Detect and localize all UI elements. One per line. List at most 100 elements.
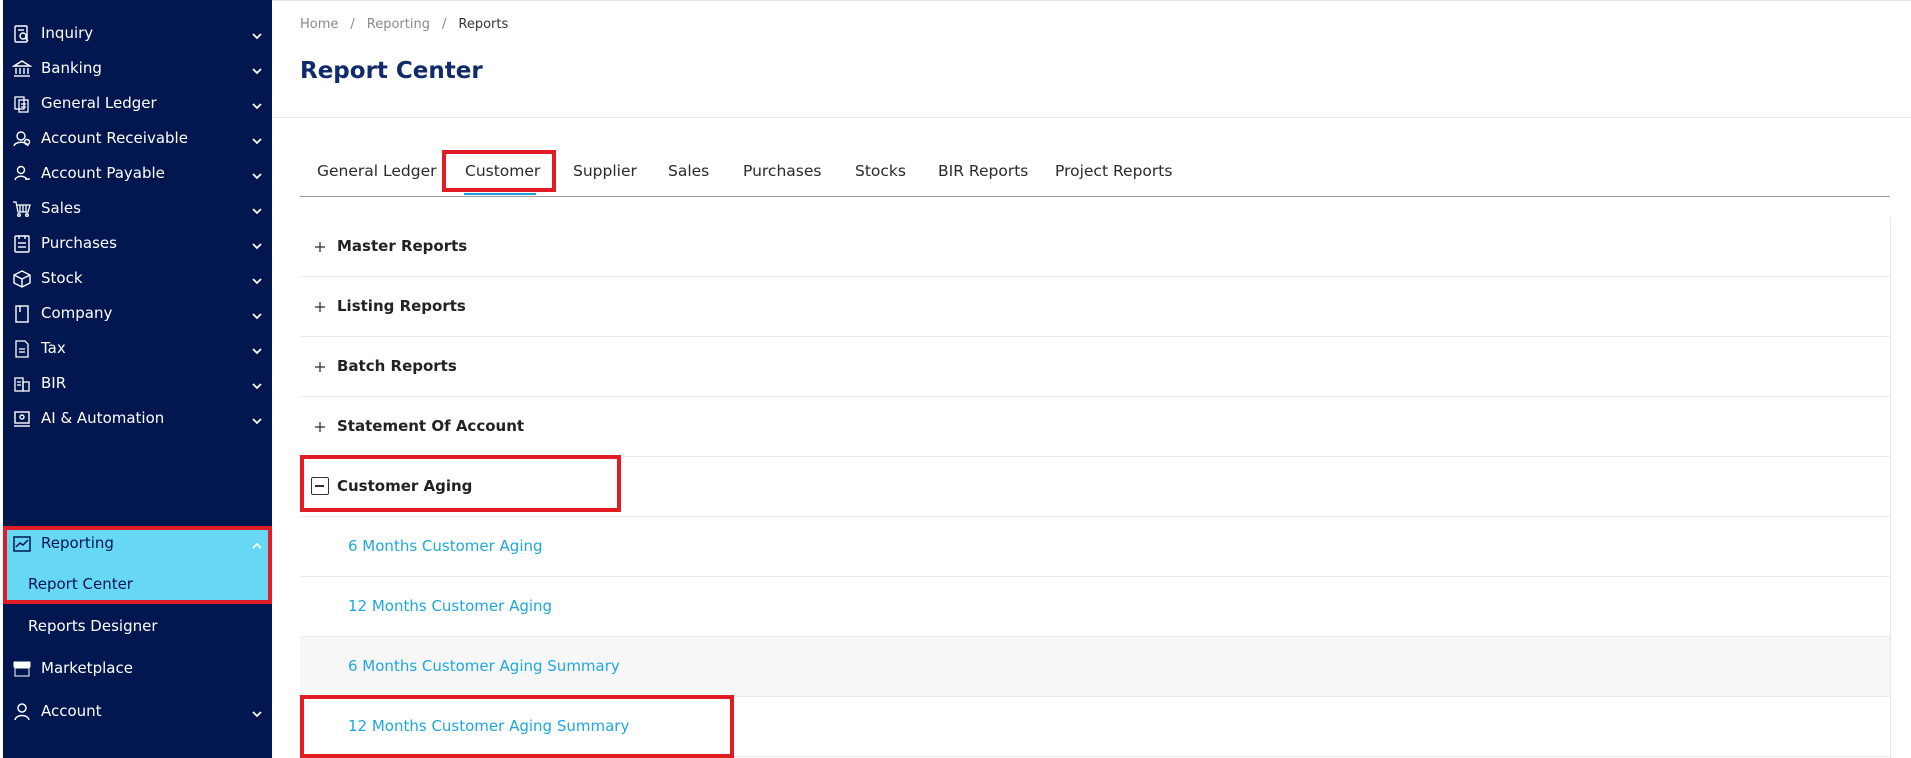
sidebar-subitem-report-center[interactable]: Report Center [28, 575, 133, 593]
bank-icon [12, 59, 32, 79]
sidebar-item-purchases[interactable]: Purchases [3, 226, 272, 260]
sidebar-item-marketplace[interactable]: Marketplace [3, 651, 272, 685]
sidebar-item-label: BIR [41, 374, 67, 392]
sidebar-item-label: Tax [41, 339, 66, 357]
section-title: Statement Of Account [337, 417, 525, 435]
sidebar-item-bir[interactable]: BIR [3, 366, 272, 400]
chevron-down-icon [251, 237, 263, 250]
header-divider [272, 117, 1911, 118]
report-link-12-months-aging[interactable]: 12 Months Customer Aging [348, 597, 552, 615]
sidebar-item-reporting[interactable]: Reporting [3, 526, 272, 560]
tab-project-reports[interactable]: Project Reports [1055, 162, 1172, 180]
sidebar-item-label: Sales [41, 199, 81, 217]
sidebar: Inquiry Banking General Ledger Account R… [3, 0, 272, 758]
payable-icon [12, 164, 32, 184]
sidebar-item-account-payable[interactable]: Account Payable [3, 156, 272, 190]
sidebar-item-label: Banking [41, 59, 102, 77]
section-statement-of-account[interactable]: Statement Of Account [300, 397, 1890, 457]
section-batch-reports[interactable]: Batch Reports [300, 337, 1890, 397]
sidebar-item-label: Marketplace [41, 659, 133, 677]
sidebar-item-label: Account [41, 702, 102, 720]
expand-icon[interactable] [313, 239, 327, 253]
sidebar-item-account-receivable[interactable]: Account Receivable [3, 121, 272, 155]
sidebar-item-label: Inquiry [41, 24, 94, 42]
breadcrumb-separator: / [350, 17, 355, 32]
company-icon [12, 304, 32, 324]
expand-icon[interactable] [313, 299, 327, 313]
sidebar-item-account[interactable]: Account [3, 694, 272, 728]
sidebar-item-sales[interactable]: Sales [3, 191, 272, 225]
chevron-down-icon [251, 167, 263, 180]
report-link-6-months-aging[interactable]: 6 Months Customer Aging [348, 537, 543, 555]
section-title: Master Reports [337, 237, 468, 255]
chart-line-icon [12, 534, 32, 554]
section-listing-reports[interactable]: Listing Reports [300, 277, 1890, 337]
expand-icon[interactable] [313, 419, 327, 433]
tax-icon [12, 339, 32, 359]
chevron-down-icon [251, 307, 263, 320]
sidebar-item-tax[interactable]: Tax [3, 331, 272, 365]
sidebar-item-ai-automation[interactable]: AI & Automation [3, 401, 272, 435]
sidebar-item-inquiry[interactable]: Inquiry [3, 16, 272, 50]
sidebar-item-general-ledger[interactable]: General Ledger [3, 86, 272, 120]
purchases-icon [12, 234, 32, 254]
sidebar-item-stock[interactable]: Stock [3, 261, 272, 295]
tab-sales[interactable]: Sales [668, 162, 709, 180]
chevron-down-icon [251, 377, 263, 390]
sidebar-item-label: Account Receivable [41, 129, 188, 147]
chevron-down-icon [251, 202, 263, 215]
store-icon [12, 659, 32, 679]
sidebar-item-company[interactable]: Company [3, 296, 272, 330]
sidebar-item-label: AI & Automation [41, 409, 165, 427]
cart-icon [12, 199, 32, 219]
report-list: Master Reports Listing Reports Batch Rep… [300, 217, 1891, 758]
bir-icon [12, 374, 32, 394]
chevron-down-icon [251, 132, 263, 145]
breadcrumb: Home / Reporting / Reports [300, 17, 508, 32]
sidebar-item-label: Reporting [41, 534, 114, 552]
user-icon [12, 702, 32, 722]
sidebar-item-label: Company [41, 304, 113, 322]
chevron-up-icon [251, 537, 263, 549]
report-link-row[interactable]: 12 Months Customer Aging [300, 577, 1890, 637]
reporting-group: Reporting Report Center [3, 526, 272, 604]
report-link-row[interactable]: 6 Months Customer Aging Summary [300, 637, 1890, 697]
tab-supplier[interactable]: Supplier [573, 162, 637, 180]
page-title: Report Center [300, 58, 483, 84]
active-tab-indicator [464, 193, 536, 195]
sidebar-subitem-reports-designer[interactable]: Reports Designer [28, 617, 158, 635]
chevron-down-icon [251, 272, 263, 285]
top-border [272, 0, 1911, 1]
ai-icon [12, 409, 32, 429]
tab-bir-reports[interactable]: BIR Reports [938, 162, 1028, 180]
expand-icon[interactable] [313, 359, 327, 373]
sidebar-item-label: General Ledger [41, 94, 157, 112]
section-master-reports[interactable]: Master Reports [300, 217, 1890, 277]
sidebar-item-label: Account Payable [41, 164, 165, 182]
aging-summary-highlight [300, 695, 734, 758]
tab-general-ledger[interactable]: General Ledger [317, 162, 437, 180]
report-tabs: General Ledger Customer Supplier Sales P… [300, 150, 1890, 197]
sidebar-item-label: Purchases [41, 234, 117, 252]
breadcrumb-reporting[interactable]: Reporting [367, 17, 430, 32]
box-icon [12, 269, 32, 289]
inquiry-icon [12, 24, 32, 44]
breadcrumb-home[interactable]: Home [300, 17, 338, 32]
chevron-down-icon [251, 27, 263, 40]
report-link-row[interactable]: 6 Months Customer Aging [300, 517, 1890, 577]
sidebar-item-banking[interactable]: Banking [3, 51, 272, 85]
tab-customer[interactable]: Customer [465, 162, 540, 180]
chevron-down-icon [251, 97, 263, 110]
ledger-icon [12, 94, 32, 114]
report-link-6-months-aging-summary[interactable]: 6 Months Customer Aging Summary [348, 657, 620, 675]
chevron-down-icon [251, 62, 263, 75]
tab-purchases[interactable]: Purchases [743, 162, 821, 180]
chevron-down-icon [251, 705, 263, 718]
chevron-down-icon [251, 412, 263, 425]
breadcrumb-separator: / [441, 17, 447, 32]
section-title: Listing Reports [337, 297, 466, 315]
chevron-down-icon [251, 342, 263, 355]
breadcrumb-current: Reports [458, 17, 509, 32]
sidebar-item-label: Stock [41, 269, 83, 287]
tab-stocks[interactable]: Stocks [855, 162, 906, 180]
